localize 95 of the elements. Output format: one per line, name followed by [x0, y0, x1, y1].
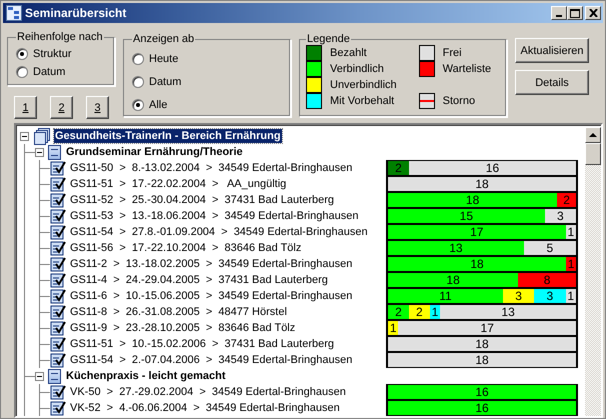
collapse-icon[interactable]: [35, 148, 44, 156]
radio-option[interactable]: Heute: [132, 47, 282, 70]
color-swatch: [306, 61, 322, 78]
checklist-icon: [50, 208, 66, 224]
maximize-button[interactable]: [567, 6, 583, 20]
tree-node[interactable]: Gesundheits-TrainerIn - Bereich Ernährung: [54, 129, 282, 143]
bar-segment: 16: [388, 385, 576, 399]
document-icon: [48, 144, 61, 160]
checklist-icon: [50, 304, 66, 320]
action-button[interactable]: Aktualisieren: [515, 38, 589, 64]
tree-node[interactable]: Küchenpraxis - leicht gemacht: [66, 369, 226, 383]
checklist-icon: [50, 256, 66, 272]
checklist-icon: [50, 320, 66, 336]
checklist-icon: [50, 352, 66, 368]
bar-segment: 15: [388, 209, 545, 223]
tree-node[interactable]: GS11-2 > 13.-18.02.2005 > 34549 Edertal-Bringhausen: [70, 257, 352, 271]
tree-icon: [6, 5, 22, 22]
window-title: Seminarübersicht: [25, 6, 128, 20]
group-title: Reihenfolge nach: [16, 31, 104, 44]
radio-option[interactable]: Alle: [132, 93, 282, 116]
minimize-button[interactable]: [551, 6, 567, 20]
color-swatch: [306, 45, 322, 62]
color-swatch: [306, 77, 322, 94]
color-swatch: [418, 61, 435, 78]
bar-segment: 2: [557, 193, 576, 207]
bar-segment: 1: [566, 257, 576, 271]
checklist-icon: [50, 288, 66, 304]
checklist-icon: [50, 240, 66, 256]
legend-label: Frei: [442, 47, 462, 60]
legend-label: Warteliste: [442, 63, 492, 76]
group-title: Anzeigen ab: [132, 33, 196, 46]
bar-segment: 17: [388, 225, 566, 239]
level-button[interactable]: 2: [50, 96, 73, 120]
bar-segment: 18: [388, 257, 566, 271]
tree-node[interactable]: GS11-6 > 10.-15.06.2005 > 34549 Edertal-Bringhausen: [70, 289, 352, 303]
bar-segment: 3: [534, 289, 566, 303]
bar-segment: 2: [388, 305, 409, 319]
group-title: Legende: [306, 33, 351, 46]
bar-segment: 11: [388, 289, 503, 303]
scrollbar[interactable]: [585, 127, 601, 416]
tree-node[interactable]: GS11-54 > 27.8.-01.09.2004 > 34549 Edertal-Bringhausen: [70, 225, 368, 239]
color-swatch: [418, 45, 435, 62]
tree-node[interactable]: GS11-53 > 13.-18.06.2004 > 34549 Edertal-Bringhausen: [70, 209, 358, 223]
tree-node[interactable]: GS11-51 > 10.-15.02.2006 > 37431 Bad Lauterberg: [70, 337, 334, 351]
tree-node[interactable]: GS11-4 > 24.-29.04.2005 > 37431 Bad Lauterberg: [70, 273, 328, 287]
tree-node[interactable]: GS11-52 > 25.-30.04.2004 > 37431 Bad Lauterberg: [70, 193, 334, 207]
tree-node[interactable]: VK-52 > 4.-06.06.2004 > 34549 Edertal-Bringhausen: [70, 401, 340, 415]
legend-label: Storno: [442, 95, 476, 108]
bar-segment: 18: [388, 273, 518, 287]
bar-segment: 2: [388, 161, 409, 175]
color-swatch: [418, 93, 435, 110]
legend-label: Mit Vorbehalt: [330, 95, 394, 108]
tree-node[interactable]: GS11-56 > 17.-22.10.2004 > 83646 Bad Tölz: [70, 241, 302, 255]
bar-segment: 1: [430, 305, 440, 319]
close-icon: [588, 9, 598, 18]
legend-label: Unverbindlich: [330, 79, 397, 92]
document-icon: [48, 368, 61, 384]
tree-node[interactable]: GS11-9 > 23.-28.10.2005 > 83646 Bad Tölz: [70, 321, 296, 335]
bar-segment: 18: [388, 193, 558, 207]
level-button[interactable]: 1: [14, 96, 37, 120]
legend-label: Verbindlich: [330, 63, 384, 76]
bar-segment: 1: [566, 225, 576, 239]
checklist-icon: [50, 192, 66, 208]
checklist-icon: [50, 176, 66, 192]
bar-segment: 8: [518, 273, 576, 287]
checklist-icon: [50, 400, 66, 416]
radio-option[interactable]: Datum: [16, 63, 106, 82]
checklist-icon: [50, 336, 66, 352]
legend-label: Bezahlt: [330, 47, 367, 60]
bar-segment: 1: [566, 289, 576, 303]
bar-segment: 18: [388, 177, 576, 191]
tree-node[interactable]: GS11-8 > 26.-31.08.2005 > 48477 Hörstel: [70, 305, 287, 319]
collapse-icon[interactable]: [20, 132, 29, 140]
document-stack-icon: [33, 128, 50, 144]
checklist-icon: [50, 272, 66, 288]
bar-segment: 2: [408, 305, 430, 319]
tree-node[interactable]: GS11-51 > 17.-22.02.2004 > AA_ungültig: [70, 177, 286, 191]
checklist-icon: [50, 384, 66, 400]
checklist-icon: [50, 224, 66, 240]
color-swatch: [306, 93, 322, 110]
close-button[interactable]: [585, 6, 601, 20]
tree-node[interactable]: GS11-54 > 2.-07.04.2006 > 34549 Edertal-Bringhausen: [70, 353, 352, 367]
radio-option[interactable]: Struktur: [16, 45, 106, 64]
tree-node[interactable]: VK-50 > 27.-29.02.2004 > 34549 Edertal-Bringhausen: [70, 385, 346, 399]
level-button[interactable]: 3: [86, 96, 109, 120]
tree-node[interactable]: GS11-50 > 8.-13.02.2004 > 34549 Edertal-Bringhausen: [70, 161, 352, 175]
bar-segment: 13: [388, 241, 524, 255]
tree-node[interactable]: Grundseminar Ernährung/Theorie: [66, 145, 243, 159]
checklist-icon: [50, 160, 66, 176]
action-button[interactable]: Details: [515, 70, 589, 96]
collapse-icon[interactable]: [35, 372, 44, 380]
radio-option[interactable]: Datum: [132, 70, 282, 94]
bar-segment: 16: [388, 401, 576, 415]
bar-segment: 1: [388, 321, 398, 335]
bar-segment: 3: [502, 289, 534, 303]
